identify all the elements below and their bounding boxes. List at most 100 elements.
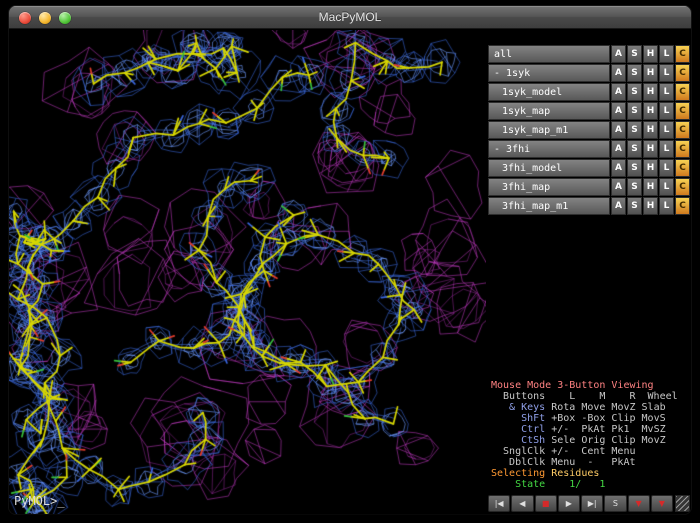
- object-c-button[interactable]: C: [675, 64, 690, 82]
- shift-line-text: +Box -Box Clip MovS: [551, 413, 665, 424]
- mouse-mode-line-text: Mouse Mode 3-Button Viewing: [491, 380, 654, 391]
- object-h-button[interactable]: H: [643, 102, 658, 120]
- object-row: 3fhi_mapASHLC: [488, 178, 690, 196]
- stop-button[interactable]: ■: [535, 495, 557, 512]
- vcr-controls: |◀◀■▶▶|S▼▼: [488, 495, 673, 512]
- object-c-button[interactable]: C: [675, 197, 690, 215]
- object-h-button[interactable]: H: [643, 64, 658, 82]
- object-rows: allASHLC- 1sykASHLC1syk_modelASHLC1syk_m…: [486, 30, 691, 215]
- app-window: MacPyMOL PyMOL>_ allASHLC- 1sykASHLC1syk…: [9, 6, 691, 514]
- go-to-end-button[interactable]: ▶|: [581, 495, 603, 512]
- shift-line-text: ShFt: [491, 413, 551, 424]
- object-l-button[interactable]: L: [659, 64, 674, 82]
- object-a-button[interactable]: A: [611, 140, 626, 158]
- object-row: - 1sykASHLC: [488, 64, 690, 82]
- object-c-button[interactable]: C: [675, 45, 690, 63]
- object-s-button[interactable]: S: [627, 140, 642, 158]
- play-button[interactable]: ▶: [558, 495, 580, 512]
- object-l-button[interactable]: L: [659, 121, 674, 139]
- object-s-button[interactable]: S: [627, 159, 642, 177]
- object-l-button[interactable]: L: [659, 102, 674, 120]
- object-name-3fhi-map-m1[interactable]: 3fhi_map_m1: [488, 197, 610, 215]
- ctsh-line: CtSh Sele Orig Clip MovZ: [491, 435, 678, 446]
- object-a-button[interactable]: A: [611, 64, 626, 82]
- object-name-1syk[interactable]: - 1syk: [488, 64, 610, 82]
- object-name-3fhi-map[interactable]: 3fhi_map: [488, 178, 610, 196]
- mouse-panel: Mouse Mode 3-Button Viewing Buttons L M …: [491, 380, 678, 490]
- object-s-button[interactable]: S: [627, 121, 642, 139]
- object-l-button[interactable]: L: [659, 83, 674, 101]
- object-h-button[interactable]: H: [643, 140, 658, 158]
- object-a-button[interactable]: A: [611, 121, 626, 139]
- buttons-header-line-text: Buttons L M R Wheel: [491, 391, 678, 402]
- step-back-button[interactable]: ◀: [511, 495, 533, 512]
- close-button[interactable]: [19, 12, 31, 24]
- object-a-button[interactable]: A: [611, 159, 626, 177]
- object-a-button[interactable]: A: [611, 178, 626, 196]
- object-c-button[interactable]: C: [675, 83, 690, 101]
- object-h-button[interactable]: H: [643, 45, 658, 63]
- object-l-button[interactable]: L: [659, 178, 674, 196]
- object-a-button[interactable]: A: [611, 197, 626, 215]
- object-s-button[interactable]: S: [627, 197, 642, 215]
- object-a-button[interactable]: A: [611, 83, 626, 101]
- selecting-line-text: Residues: [551, 468, 599, 479]
- movie-menu-button[interactable]: ▼: [651, 495, 673, 512]
- command-prompt[interactable]: PyMOL>_: [14, 494, 65, 508]
- rock-button[interactable]: ▼: [628, 495, 650, 512]
- object-l-button[interactable]: L: [659, 140, 674, 158]
- resize-grip[interactable]: [675, 495, 690, 512]
- title-bar[interactable]: MacPyMOL: [9, 6, 691, 29]
- shift-line: ShFt +Box -Box Clip MovS: [491, 413, 678, 424]
- object-name-1syk-map[interactable]: 1syk_map: [488, 102, 610, 120]
- object-c-button[interactable]: C: [675, 121, 690, 139]
- keys-line-text: & Keys: [491, 402, 551, 413]
- ctrl-line-text: Ctrl: [491, 424, 551, 435]
- viewport: PyMOL>_: [9, 30, 486, 514]
- object-c-button[interactable]: C: [675, 178, 690, 196]
- object-a-button[interactable]: A: [611, 45, 626, 63]
- selecting-line[interactable]: Selecting Residues: [491, 468, 678, 479]
- window-title: MacPyMOL: [319, 10, 382, 24]
- object-h-button[interactable]: H: [643, 83, 658, 101]
- object-s-button[interactable]: S: [627, 83, 642, 101]
- object-name-1syk-map-m1[interactable]: 1syk_map_m1: [488, 121, 610, 139]
- object-name-3fhi-model[interactable]: 3fhi_model: [488, 159, 610, 177]
- object-a-button[interactable]: A: [611, 102, 626, 120]
- object-l-button[interactable]: L: [659, 45, 674, 63]
- object-name-1syk-model[interactable]: 1syk_model: [488, 83, 610, 101]
- mouse-mode-line[interactable]: Mouse Mode 3-Button Viewing: [491, 380, 678, 391]
- ctsh-line-text: CtSh: [491, 435, 551, 446]
- movie-menu-icon: ▼: [659, 499, 665, 508]
- go-to-start-button[interactable]: |◀: [488, 495, 510, 512]
- object-l-button[interactable]: L: [659, 197, 674, 215]
- step-back-icon: ◀: [519, 499, 525, 508]
- object-h-button[interactable]: H: [643, 178, 658, 196]
- keys-line: & Keys Rota Move MovZ Slab: [491, 402, 678, 413]
- object-s-button[interactable]: S: [627, 102, 642, 120]
- object-c-button[interactable]: C: [675, 140, 690, 158]
- ctsh-line-text: Sele Orig Clip MovZ: [551, 435, 665, 446]
- object-s-button[interactable]: S: [627, 45, 642, 63]
- object-name-3fhi[interactable]: - 3fhi: [488, 140, 610, 158]
- window-content: PyMOL>_ allASHLC- 1sykASHLC1syk_modelASH…: [9, 30, 691, 514]
- object-name-all[interactable]: all: [488, 45, 610, 63]
- object-s-button[interactable]: S: [627, 64, 642, 82]
- state-line[interactable]: State 1/ 1: [491, 479, 678, 490]
- object-h-button[interactable]: H: [643, 197, 658, 215]
- object-c-button[interactable]: C: [675, 159, 690, 177]
- minimize-button[interactable]: [39, 12, 51, 24]
- object-l-button[interactable]: L: [659, 159, 674, 177]
- object-c-button[interactable]: C: [675, 102, 690, 120]
- object-row: allASHLC: [488, 45, 690, 63]
- object-row: 1syk_modelASHLC: [488, 83, 690, 101]
- object-h-button[interactable]: H: [643, 159, 658, 177]
- scene-button[interactable]: S: [604, 495, 626, 512]
- zoom-button[interactable]: [59, 12, 71, 24]
- viewport-canvas[interactable]: [9, 30, 486, 514]
- object-s-button[interactable]: S: [627, 178, 642, 196]
- ctrl-line: Ctrl +/- PkAt Pk1 MvSZ: [491, 424, 678, 435]
- snglclk-line-text: SnglClk +/- Cent Menu: [491, 446, 636, 457]
- selecting-line-text: Selecting: [491, 468, 551, 479]
- object-h-button[interactable]: H: [643, 121, 658, 139]
